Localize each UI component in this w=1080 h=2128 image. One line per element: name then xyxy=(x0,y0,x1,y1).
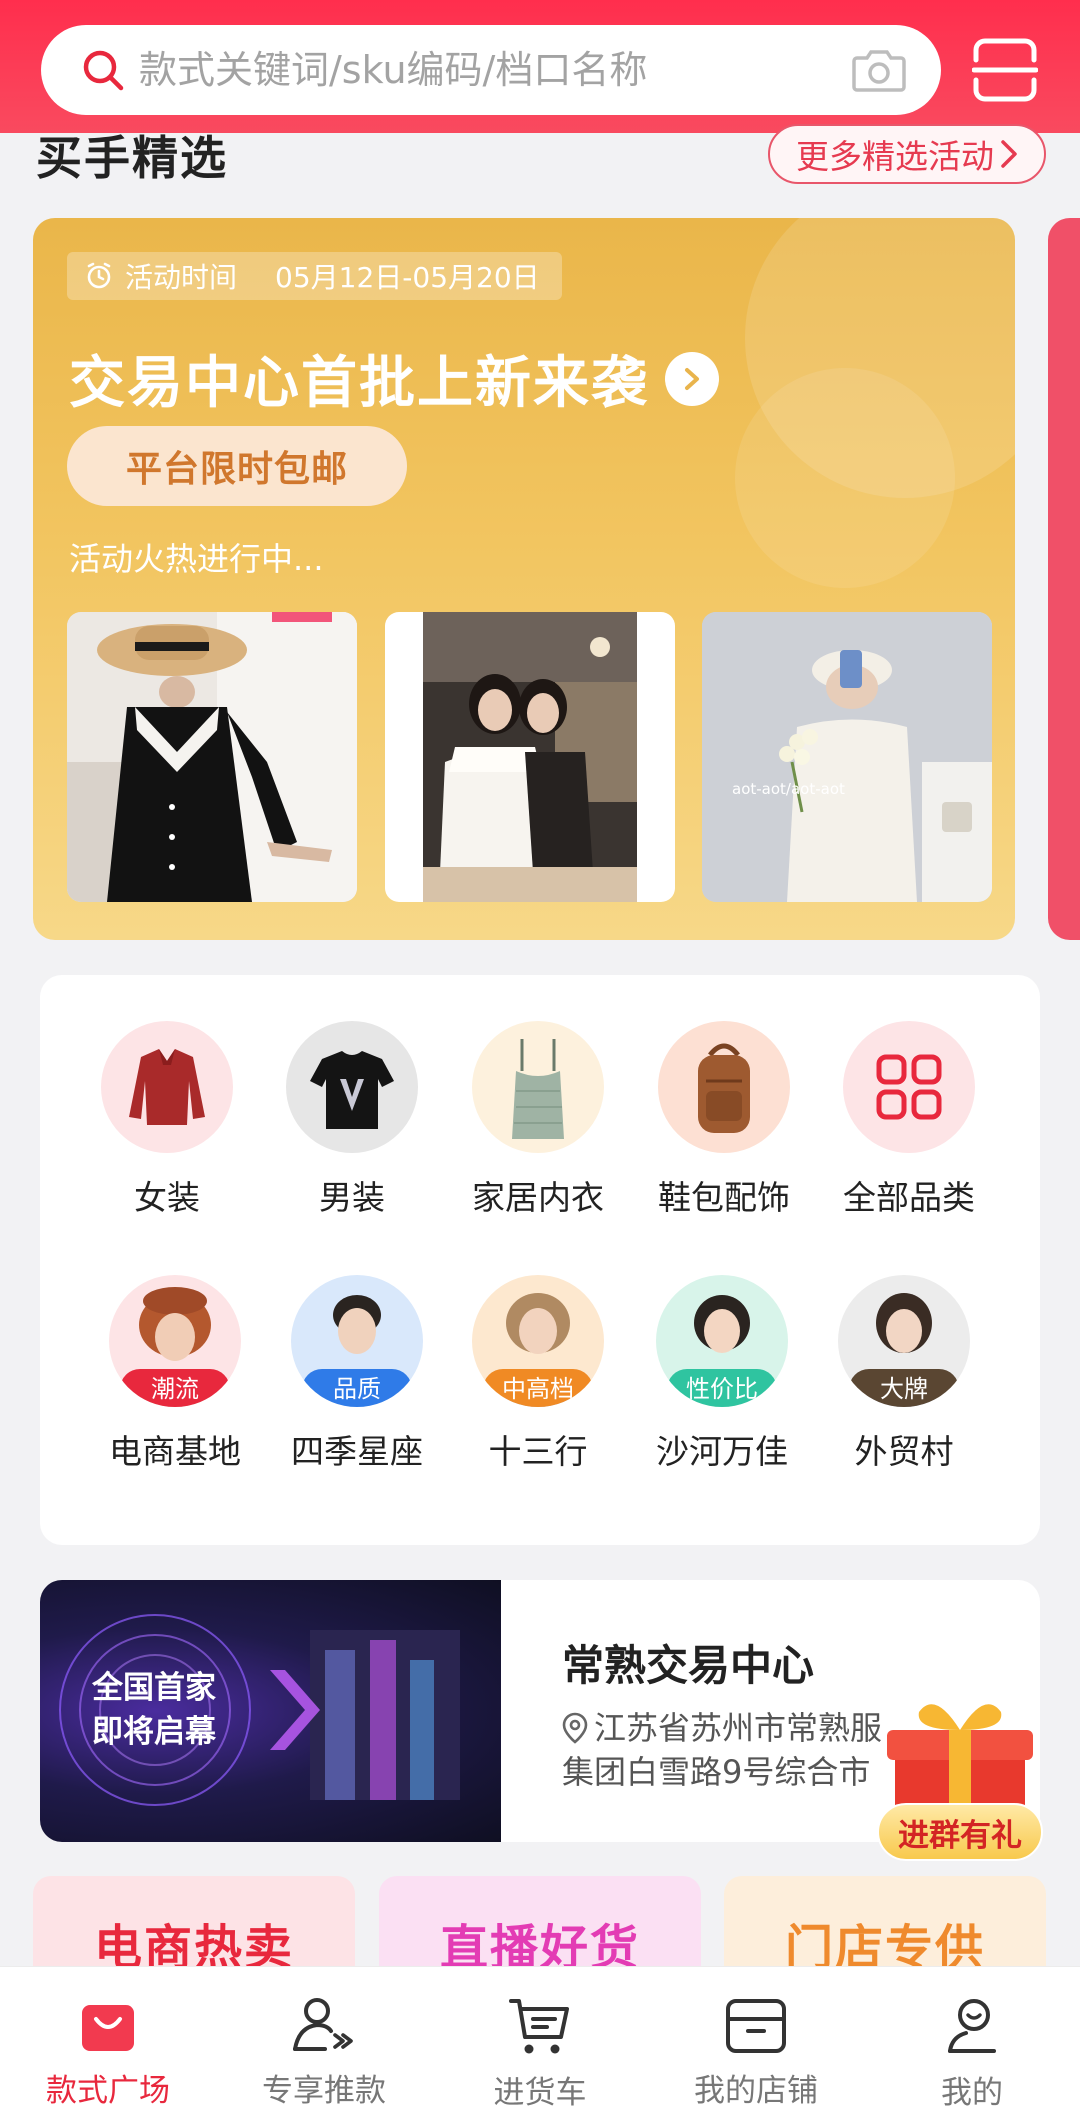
search-icon xyxy=(83,50,124,91)
market-shahe-wanjia[interactable]: 性价比 沙河万佳 xyxy=(637,1275,807,1473)
market-tag: 品质 xyxy=(302,1369,412,1407)
top-bar xyxy=(0,0,1080,133)
market-label: 沙河万佳 xyxy=(656,1432,788,1471)
tab-my-store[interactable]: 我的店铺 xyxy=(648,1967,864,2128)
promo-label: 直播好货 xyxy=(439,1920,640,1966)
next-activity-card-peek[interactable] xyxy=(1048,218,1080,940)
product-photo-3[interactable]: aot-aot/aot-aot xyxy=(702,612,992,902)
market-label: 十三行 xyxy=(488,1432,588,1471)
activity-title: 交易中心首批上新来袭 xyxy=(69,351,649,416)
tab-label: 我的店铺 xyxy=(694,2073,818,2109)
tab-me[interactable]: 我的 xyxy=(864,1967,1080,2128)
tab-label: 进货车 xyxy=(493,2075,587,2111)
category-label: 全部品类 xyxy=(843,1178,975,1217)
chevron-right-icon xyxy=(1001,140,1017,168)
promo-label: 电商热卖 xyxy=(93,1920,294,1966)
market-tag: 中高档 xyxy=(483,1369,593,1407)
category-label: 男装 xyxy=(319,1178,385,1217)
activity-time-label: 活动时间 xyxy=(125,261,238,294)
grid-icon xyxy=(843,1021,975,1153)
market-label: 外贸村 xyxy=(854,1432,954,1471)
market-avatar-2: 品质 xyxy=(291,1275,423,1407)
trade-center-title: 常熟交易中心 xyxy=(562,1641,815,1690)
red-shirt-icon xyxy=(101,1021,233,1153)
market-avatar-3: 中高档 xyxy=(472,1275,604,1407)
camera-icon[interactable] xyxy=(851,46,907,94)
tshirt-icon xyxy=(286,1021,418,1153)
section-title: 买手精选 xyxy=(36,131,228,185)
promo-ecommerce-hot[interactable]: 电商热卖 xyxy=(33,1876,355,1966)
promo-store-supply[interactable]: 门店专供 xyxy=(724,1876,1046,1966)
activity-title-link[interactable]: 交易中心首批上新来袭 xyxy=(69,338,719,419)
promo-label: 门店专供 xyxy=(784,1920,985,1966)
scan-icon[interactable] xyxy=(972,38,1038,102)
product-photo-1[interactable] xyxy=(67,612,357,902)
tab-style-square[interactable]: 款式广场 xyxy=(0,1967,216,2128)
alarm-clock-icon xyxy=(87,262,111,289)
promo-live-goods[interactable]: 直播好货 xyxy=(379,1876,701,1966)
activity-time-chip: 活动时间 05月12日-05月20日 xyxy=(67,252,562,300)
market-ecommerce-base[interactable]: 潮流 电商基地 xyxy=(90,1275,260,1473)
market-four-seasons[interactable]: 品质 四季星座 xyxy=(272,1275,442,1473)
category-homewear[interactable]: 家居内衣 xyxy=(453,1021,623,1219)
market-label: 电商基地 xyxy=(109,1432,241,1471)
tab-label: 专享推款 xyxy=(262,2073,386,2109)
market-tag: 性价比 xyxy=(667,1369,777,1407)
category-label: 女装 xyxy=(134,1178,200,1217)
shopping-bag-icon xyxy=(82,2005,134,2051)
market-avatar-5: 大牌 xyxy=(838,1275,970,1407)
search-bar[interactable] xyxy=(41,25,941,115)
category-all[interactable]: 全部品类 xyxy=(824,1021,994,1219)
profile-icon xyxy=(948,1999,996,2053)
market-tag: 潮流 xyxy=(120,1369,230,1407)
arrow-right-circle-icon xyxy=(665,351,719,406)
tab-cart[interactable]: 进货车 xyxy=(432,1967,648,2128)
market-shisanhang[interactable]: 中高档 十三行 xyxy=(453,1275,623,1473)
join-group-gift-button[interactable]: 进群有礼 xyxy=(877,1803,1043,1861)
market-foreign-trade-village[interactable]: 大牌 外贸村 xyxy=(819,1275,989,1473)
more-activities-label: 更多精选活动 xyxy=(796,137,994,176)
address-line-1: 江苏省苏州市常熟服 xyxy=(594,1709,883,1747)
category-shoes-bags[interactable]: 鞋包配饰 xyxy=(639,1021,809,1219)
more-activities-button[interactable]: 更多精选活动 xyxy=(768,124,1046,184)
activity-card[interactable]: 活动时间 05月12日-05月20日 交易中心首批上新来袭 平台限时包邮 活动火… xyxy=(33,218,1015,940)
address-line-2: 集团白雪路9号综合市 xyxy=(562,1753,871,1791)
tab-label: 我的 xyxy=(941,2075,1003,2111)
cart-icon xyxy=(509,1999,569,2054)
category-label: 鞋包配饰 xyxy=(658,1178,790,1217)
trade-center-banner: 全国首家 即将启幕 xyxy=(40,1580,501,1842)
market-label: 四季星座 xyxy=(291,1432,423,1471)
tab-exclusive-picks[interactable]: 专享推款 xyxy=(216,1967,432,2128)
market-avatar-4: 性价比 xyxy=(656,1275,788,1407)
category-men[interactable]: 男装 xyxy=(267,1021,437,1219)
location-pin-icon xyxy=(562,1712,588,1744)
bottom-tab-bar: 款式广场 专享推款 进货车 我的店铺 我的 xyxy=(0,1966,1080,2128)
photo-caption-3: aot-aot/aot-aot xyxy=(732,780,845,798)
backpack-icon xyxy=(658,1021,790,1153)
market-tag: 大牌 xyxy=(849,1369,959,1407)
store-icon xyxy=(726,1999,786,2053)
camisole-icon xyxy=(472,1021,604,1153)
category-women[interactable]: 女装 xyxy=(82,1021,252,1219)
tab-label: 款式广场 xyxy=(46,2073,170,2109)
market-avatar-1: 潮流 xyxy=(109,1275,241,1407)
trade-banner-line1: 全国首家 xyxy=(92,1670,216,1706)
trade-center-address: 江苏省苏州市常熟服 集团白雪路9号综合市 xyxy=(562,1706,922,1794)
free-shipping-badge: 平台限时包邮 xyxy=(67,426,407,506)
activity-time-range: 05月12日-05月20日 xyxy=(275,261,540,294)
product-photo-2[interactable] xyxy=(385,612,675,902)
category-panel: 女装 男装 家居内衣 鞋包配饰 全部品类 潮流 电商基地 品质 四季星座 中高档… xyxy=(40,975,1040,1545)
search-input[interactable] xyxy=(139,48,851,92)
category-label: 家居内衣 xyxy=(472,1178,604,1217)
activity-subtitle: 活动火热进行中... xyxy=(69,540,324,578)
trade-banner-line2: 即将启幕 xyxy=(92,1714,216,1750)
person-star-icon xyxy=(293,1998,353,2051)
